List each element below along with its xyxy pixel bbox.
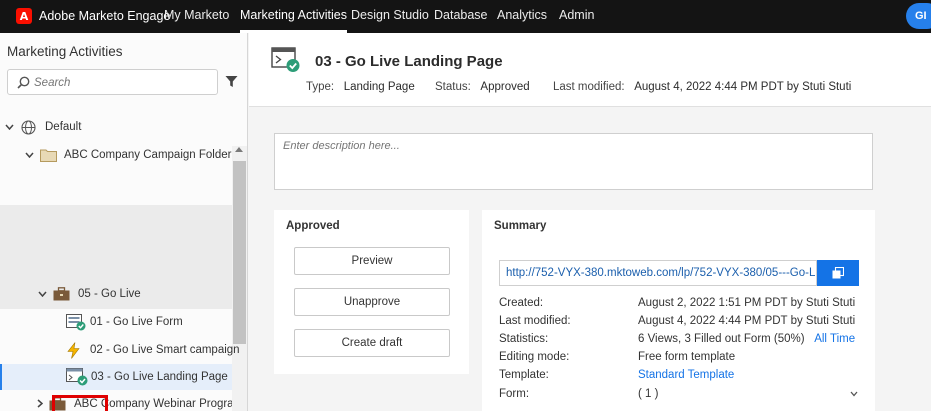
copy-url-button[interactable] bbox=[817, 260, 859, 286]
description-input[interactable] bbox=[275, 134, 872, 189]
scrollbar-thumb[interactable] bbox=[233, 161, 246, 344]
form-value: ( 1 ) bbox=[638, 388, 659, 400]
template-label: Template: bbox=[499, 369, 549, 381]
tree-item-go-live-form[interactable]: 01 - Go Live Form bbox=[0, 309, 232, 335]
create-draft-button[interactable]: Create draft bbox=[294, 329, 450, 357]
type-meta: Type: Landing Page bbox=[306, 81, 415, 93]
type-value: Landing Page bbox=[343, 81, 415, 93]
created-value: August 2, 2022 1:51 PM PDT by Stuti Stut… bbox=[638, 297, 856, 309]
created-label: Created: bbox=[499, 297, 544, 309]
all-time-link[interactable]: All Time bbox=[814, 333, 855, 345]
nav-analytics[interactable]: Analytics bbox=[497, 0, 547, 33]
tree-item-campaign-folder[interactable]: ABC Company Campaign Folder bbox=[0, 142, 232, 168]
status-meta: Status: Approved bbox=[435, 81, 530, 93]
program-briefcase-icon bbox=[53, 287, 70, 301]
scroll-up-arrow-icon[interactable] bbox=[235, 147, 243, 152]
approved-card-title: Approved bbox=[286, 220, 340, 232]
modified-meta: Last modified: August 4, 2022 4:44 PM PD… bbox=[553, 81, 851, 93]
brand-name: Adobe Marketo Engage bbox=[39, 9, 171, 23]
tree-item-label: ABC Company Campaign Folder bbox=[64, 149, 232, 161]
modified-label: Last modified: bbox=[553, 81, 625, 93]
adobe-logo-icon: A bbox=[16, 8, 32, 24]
statistics-text: 6 Views, 3 Filled out Form (50%) bbox=[638, 333, 805, 345]
filter-icon[interactable] bbox=[225, 75, 238, 88]
preview-button[interactable]: Preview bbox=[294, 247, 450, 275]
page-title: 03 - Go Live Landing Page bbox=[315, 53, 503, 70]
chevron-down-icon[interactable] bbox=[4, 124, 14, 130]
chevron-right-icon[interactable] bbox=[37, 399, 43, 408]
unapprove-button[interactable]: Unapprove bbox=[294, 288, 450, 316]
type-label: Type: bbox=[306, 81, 335, 93]
landing-page-icon bbox=[66, 368, 88, 386]
tree-item-go-live-landing-page[interactable]: 03 - Go Live Landing Page bbox=[0, 364, 232, 390]
search-input[interactable] bbox=[34, 74, 214, 91]
asset-header: 03 - Go Live Landing Page Type: Landing … bbox=[249, 33, 931, 107]
chevron-down-icon[interactable] bbox=[37, 291, 47, 297]
status-value: Approved bbox=[480, 81, 530, 93]
statistics-label: Statistics: bbox=[499, 333, 549, 345]
landing-page-url-field[interactable]: http://752-VYX-380.mktoweb.com/lp/752-VY… bbox=[499, 260, 817, 286]
nav-my-marketo[interactable]: My Marketo bbox=[164, 0, 229, 33]
tree-item-label: Default bbox=[45, 121, 82, 133]
chevron-down-icon[interactable] bbox=[24, 152, 34, 158]
tree-item-default[interactable]: Default bbox=[0, 114, 232, 140]
smart-campaign-bolt-icon bbox=[66, 341, 82, 359]
form-label: Form: bbox=[499, 388, 530, 400]
tree-item-go-live-program[interactable]: 05 - Go Live bbox=[0, 281, 232, 307]
tree-item-label: 01 - Go Live Form bbox=[90, 316, 183, 328]
tree-item-label: 02 - Go Live Smart campaign bbox=[90, 344, 240, 356]
folder-icon bbox=[40, 148, 57, 162]
sidebar-tree-panel: Marketing Activities Default ABC Company… bbox=[0, 33, 248, 411]
tree-search[interactable] bbox=[7, 69, 218, 95]
last-modified-label: Last modified: bbox=[499, 315, 571, 327]
tree-item-webinar-program[interactable]: ABC Company Webinar Program bbox=[0, 391, 232, 411]
tree-item-label: 03 - Go Live Landing Page bbox=[91, 371, 228, 383]
chevron-down-icon[interactable] bbox=[850, 391, 858, 397]
modified-value: August 4, 2022 4:44 PM PDT by Stuti Stut… bbox=[634, 81, 852, 93]
nav-admin[interactable]: Admin bbox=[559, 0, 594, 33]
statistics-value: 6 Views, 3 Filled out Form (50%) All Tim… bbox=[638, 333, 855, 345]
form-icon bbox=[66, 313, 86, 331]
description-box[interactable] bbox=[274, 133, 873, 190]
nav-marketing-activities[interactable]: Marketing Activities bbox=[240, 0, 347, 33]
user-avatar[interactable]: GI bbox=[906, 3, 931, 29]
nav-design-studio[interactable]: Design Studio bbox=[351, 0, 429, 33]
top-nav-bar: A Adobe Marketo Engage My Marketo Market… bbox=[0, 0, 931, 33]
nav-database[interactable]: Database bbox=[434, 0, 488, 33]
template-link[interactable]: Standard Template bbox=[638, 369, 734, 381]
landing-page-icon bbox=[271, 47, 301, 76]
status-label: Status: bbox=[435, 81, 471, 93]
editing-mode-value: Free form template bbox=[638, 351, 736, 363]
sidebar-title: Marketing Activities bbox=[7, 44, 123, 59]
search-icon bbox=[17, 76, 30, 89]
editing-mode-label: Editing mode: bbox=[499, 351, 570, 363]
approved-card: Approved Preview Unapprove Create draft bbox=[274, 210, 469, 374]
summary-card-title: Summary bbox=[494, 220, 547, 232]
highlight-annotation-box bbox=[52, 395, 108, 411]
copy-icon bbox=[832, 267, 844, 279]
summary-card: Summary http://752-VYX-380.mktoweb.com/l… bbox=[482, 210, 875, 411]
landing-page-url-link[interactable]: http://752-VYX-380.mktoweb.com/lp/752-VY… bbox=[506, 267, 816, 279]
brand[interactable]: A Adobe Marketo Engage bbox=[16, 7, 170, 25]
last-modified-value: August 4, 2022 4:44 PM PDT by Stuti Stut… bbox=[638, 315, 856, 327]
tree-item-label: 05 - Go Live bbox=[78, 288, 141, 300]
tree-item-go-live-smart-campaign[interactable]: 02 - Go Live Smart campaign bbox=[0, 337, 240, 363]
globe-icon bbox=[21, 119, 36, 135]
